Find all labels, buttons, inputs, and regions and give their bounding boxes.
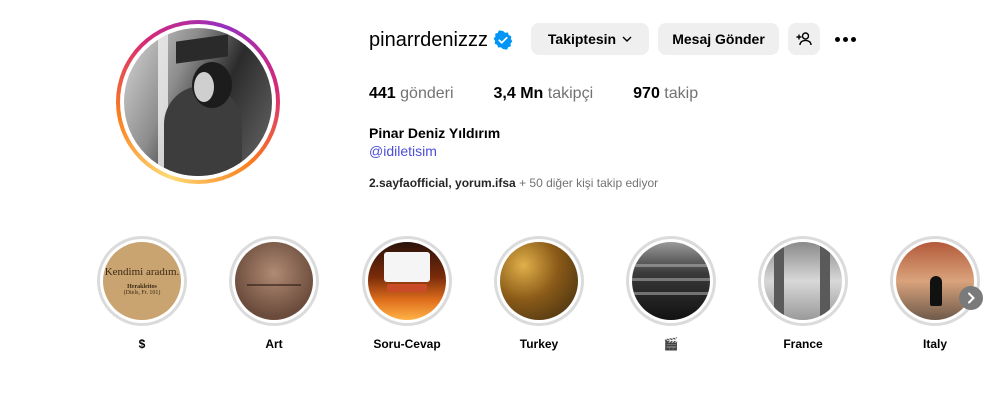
more-options-button[interactable] — [832, 28, 858, 50]
highlight-item[interactable]: Kendimi aradım. Herakleitos (Diels, Fr. … — [97, 236, 187, 352]
highlight-ring — [890, 236, 980, 326]
highlight-label: Turkey — [519, 337, 559, 351]
highlight-thumbnail — [368, 242, 446, 320]
avatar-face — [194, 72, 214, 102]
profile-stats: 441 gönderi 3,4 Mn takipçi 970 takip — [369, 84, 738, 104]
following-count-link[interactable]: 970 takip — [633, 84, 698, 104]
highlight-item[interactable]: 🎬 — [626, 236, 716, 352]
profile-full-name: Pinar Deniz Yıldırım — [369, 125, 501, 141]
highlight-item[interactable]: Art — [229, 236, 319, 352]
highlight-inner: Kendimi aradım. Herakleitos (Diels, Fr. … — [100, 239, 184, 323]
ellipsis-icon-dot — [842, 36, 848, 42]
profile-username: pinarrdenizzz — [369, 29, 488, 51]
highlight-label: 🎬 — [663, 337, 679, 351]
thumb-decoration — [387, 284, 427, 292]
highlight-item[interactable]: Turkey — [494, 236, 584, 352]
highlight-label: Art — [265, 337, 283, 351]
message-button[interactable]: Mesaj Gönder — [658, 23, 779, 55]
profile-avatar-story-ring[interactable] — [116, 20, 280, 184]
followed-by-more: + 50 diğer kişi takip ediyor — [515, 176, 659, 190]
highlight-inner — [232, 239, 316, 323]
thumb-decoration — [632, 278, 710, 281]
highlight-item[interactable]: Soru-Cevap — [362, 236, 452, 352]
bio-mention-link[interactable]: @idiletisim — [369, 142, 437, 160]
highlight-thumbnail: Kendimi aradım. Herakleitos (Diels, Fr. … — [103, 242, 181, 320]
highlight-inner — [893, 239, 977, 323]
highlight-label: Soru-Cevap — [373, 337, 441, 351]
thumb-decoration — [384, 252, 430, 282]
thumb-decoration — [820, 242, 830, 320]
highlight-label: $ — [138, 337, 146, 351]
highlight-thumbnail — [632, 242, 710, 320]
ellipsis-icon-dot — [834, 36, 840, 42]
following-dropdown-button[interactable]: Takiptesin — [531, 23, 649, 55]
thumb-decoration — [930, 276, 942, 306]
highlight-item[interactable]: France — [758, 236, 848, 352]
highlight-thumbnail — [896, 242, 974, 320]
posts-count-value: 441 — [369, 85, 396, 102]
posts-count: 441 gönderi — [369, 84, 454, 104]
chevron-right-icon — [968, 292, 975, 304]
following-count-value: 970 — [633, 85, 660, 102]
highlight-thumbnail — [764, 242, 842, 320]
avatar-gap — [120, 24, 276, 180]
highlight-ring — [626, 236, 716, 326]
highlight-thumbnail — [500, 242, 578, 320]
highlights-next-button[interactable] — [959, 286, 983, 310]
thumb-text-line: (Diels, Fr. 101) — [123, 290, 161, 296]
avatar — [124, 28, 272, 176]
highlight-inner — [761, 239, 845, 323]
thumb-decoration — [247, 284, 301, 286]
following-button-label: Takiptesin — [547, 31, 617, 47]
story-highlights-tray: Kendimi aradım. Herakleitos (Diels, Fr. … — [97, 236, 987, 356]
posts-count-label: gönderi — [400, 85, 454, 102]
thumb-decoration — [632, 264, 710, 267]
highlight-ring — [362, 236, 452, 326]
avatar-bg-sign — [176, 34, 228, 64]
highlight-label: Italy — [922, 337, 947, 351]
followed-by-names: 2.sayfaofficial, yorum.ifsa — [369, 176, 516, 190]
highlight-label: France — [783, 337, 823, 351]
verified-badge-icon — [493, 30, 513, 50]
thumb-text-line: Kendimi aradım. — [104, 266, 180, 278]
highlight-ring — [758, 236, 848, 326]
ellipsis-icon-dot — [850, 36, 856, 42]
message-button-label: Mesaj Gönder — [672, 31, 765, 47]
suggested-users-button[interactable] — [788, 23, 820, 55]
highlight-ring — [494, 236, 584, 326]
thumb-decoration — [632, 292, 710, 295]
followed-by-text[interactable]: 2.sayfaofficial, yorum.ifsa + 50 diğer k… — [369, 175, 658, 191]
highlight-inner — [497, 239, 581, 323]
following-count-label: takip — [664, 85, 699, 102]
highlight-ring — [229, 236, 319, 326]
highlight-ring: Kendimi aradım. Herakleitos (Diels, Fr. … — [97, 236, 187, 326]
thumb-decoration — [774, 242, 784, 320]
highlight-inner — [365, 239, 449, 323]
chevron-down-icon — [622, 36, 632, 42]
followers-count-label: takipçi — [547, 85, 594, 102]
highlight-thumbnail — [235, 242, 313, 320]
person-plus-icon — [796, 32, 812, 46]
followers-count-value: 3,4 Mn — [493, 85, 544, 102]
highlight-inner — [629, 239, 713, 323]
followers-count-link[interactable]: 3,4 Mn takipçi — [494, 84, 594, 104]
